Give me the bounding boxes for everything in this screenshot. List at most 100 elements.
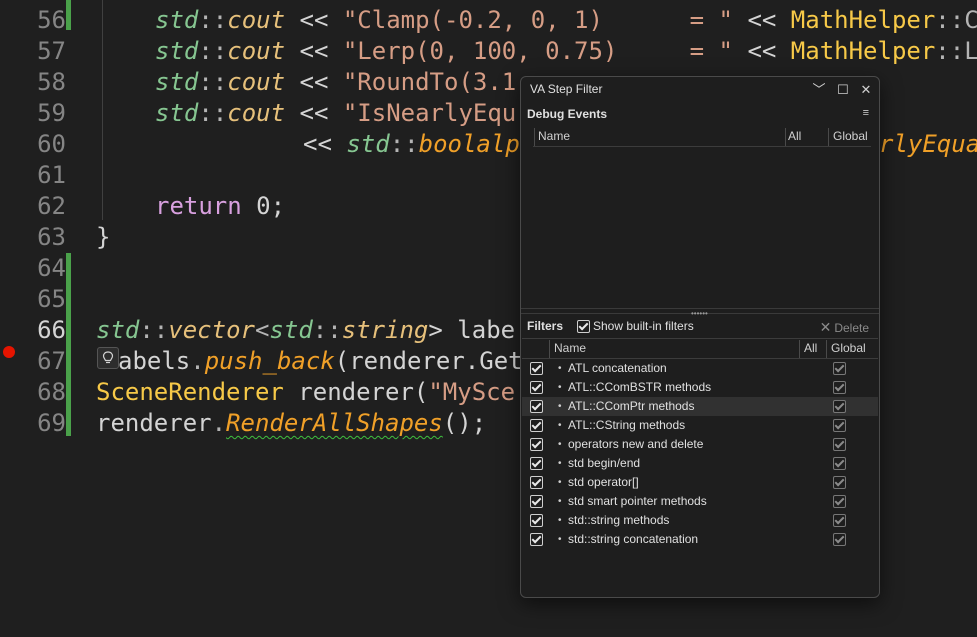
filter-row[interactable]: • std begin/end: [522, 454, 878, 473]
filter-enabled-checkbox[interactable]: [530, 533, 543, 546]
menu-icon[interactable]: ≡: [863, 107, 869, 119]
filter-enabled-checkbox[interactable]: [530, 438, 543, 451]
bullet-icon: •: [558, 458, 562, 469]
debug-col-global[interactable]: Global: [833, 127, 868, 145]
filter-global-checkbox[interactable]: [833, 457, 846, 470]
filter-name: std smart pointer methods: [568, 494, 707, 508]
line-number: 65: [37, 285, 66, 313]
change-bar: [66, 0, 71, 30]
code-line-60-tail: rlyEqual: [879, 130, 977, 158]
panel-titlebar[interactable]: VA Step Filter ﹀ ☐ ✕: [521, 77, 879, 103]
filter-row[interactable]: • std::string concatenation: [522, 530, 878, 549]
code-line-60: << std::boolalp: [303, 130, 520, 158]
filter-global-checkbox[interactable]: [833, 476, 846, 489]
filter-global-checkbox[interactable]: [833, 438, 846, 451]
filter-name: std operator[]: [568, 475, 639, 489]
filter-enabled-checkbox[interactable]: [530, 362, 543, 375]
code-line-57: std::cout << "Lerp(0, 100, 0.75) = " << …: [155, 37, 977, 65]
filter-row[interactable]: • ATL::CComBSTR methods: [522, 378, 878, 397]
filter-name: ATL::CString methods: [568, 418, 686, 432]
line-number: 69: [37, 409, 66, 437]
delete-button[interactable]: ✕ Delete: [820, 319, 869, 336]
line-number: 68: [37, 378, 66, 406]
lightbulb-icon[interactable]: [97, 347, 119, 369]
filter-name: std::string methods: [568, 513, 670, 527]
bullet-icon: •: [558, 439, 562, 450]
filter-name: ATL::CComPtr methods: [568, 399, 695, 413]
filter-global-checkbox[interactable]: [833, 419, 846, 432]
bullet-icon: •: [558, 477, 562, 488]
filter-global-checkbox[interactable]: [833, 514, 846, 527]
bullet-icon: •: [558, 382, 562, 393]
filter-row[interactable]: • operators new and delete: [522, 435, 878, 454]
maximize-icon[interactable]: ☐: [833, 80, 853, 100]
code-editor[interactable]: 56 57 58 59 60 61 62 63 64 65 66 67 68 6…: [0, 0, 977, 637]
filter-enabled-checkbox[interactable]: [530, 419, 543, 432]
change-bar: [66, 253, 71, 436]
code-line-67: abels.push_back(renderer.Get: [118, 347, 523, 375]
filter-enabled-checkbox[interactable]: [530, 381, 543, 394]
debug-col-all[interactable]: All: [788, 127, 801, 145]
filter-enabled-checkbox[interactable]: [530, 476, 543, 489]
filter-global-checkbox[interactable]: [833, 495, 846, 508]
debug-col-name[interactable]: Name: [538, 127, 570, 145]
filter-name: operators new and delete: [568, 437, 704, 451]
code-line-66: std::vector<std::string> labe: [96, 316, 516, 344]
filter-enabled-checkbox[interactable]: [530, 495, 543, 508]
show-builtin-checkbox[interactable]: [577, 320, 590, 333]
filter-name: std begin/end: [568, 456, 641, 470]
filter-name: ATL::CComBSTR methods: [568, 380, 712, 394]
filters-label: Filters: [527, 319, 564, 333]
code-line-69: renderer.RenderAllShapes();: [96, 409, 487, 437]
splitter-grip-icon: ••••••: [691, 309, 708, 318]
line-number: 62: [37, 192, 66, 220]
line-number: 63: [37, 223, 66, 251]
bullet-icon: •: [558, 401, 562, 412]
filter-name: ATL concatenation: [568, 361, 667, 375]
filter-enabled-checkbox[interactable]: [530, 514, 543, 527]
close-icon[interactable]: ✕: [856, 80, 876, 100]
filter-global-checkbox[interactable]: [833, 533, 846, 546]
filter-row[interactable]: • ATL::CComPtr methods: [522, 397, 878, 416]
code-line-59: std::cout << "IsNearlyEqu: [155, 99, 517, 127]
filters-col-global[interactable]: Global: [831, 339, 866, 357]
filter-row[interactable]: • std operator[]: [522, 473, 878, 492]
filter-row[interactable]: • ATL::CString methods: [522, 416, 878, 435]
filter-enabled-checkbox[interactable]: [530, 400, 543, 413]
code-line-62: return 0;: [155, 192, 286, 220]
filter-global-checkbox[interactable]: [833, 362, 846, 375]
breakpoint-marker[interactable]: [3, 346, 15, 358]
chevron-down-icon[interactable]: ﹀: [809, 80, 829, 100]
show-builtin-label: Show built-in filters: [593, 319, 694, 333]
filter-global-checkbox[interactable]: [833, 400, 846, 413]
line-number: 58: [37, 68, 66, 96]
line-number: 60: [37, 130, 66, 158]
line-number: 56: [37, 6, 66, 34]
delete-x-icon: ✕: [819, 319, 832, 335]
va-step-filter-panel: VA Step Filter ﹀ ☐ ✕ Debug Events ≡ Name…: [520, 76, 880, 598]
debug-events-label: Debug Events: [527, 107, 608, 121]
panel-title: VA Step Filter: [530, 82, 603, 96]
code-line-63: }: [96, 223, 111, 251]
filters-col-all[interactable]: All: [804, 339, 817, 357]
line-number: 59: [37, 99, 66, 127]
indent-guide: [102, 0, 103, 220]
filter-global-checkbox[interactable]: [833, 381, 846, 394]
line-number: 57: [37, 37, 66, 65]
bullet-icon: •: [558, 534, 562, 545]
filter-enabled-checkbox[interactable]: [530, 457, 543, 470]
line-number-current: 66: [37, 316, 66, 344]
bullet-icon: •: [558, 515, 562, 526]
filter-name: std::string concatenation: [568, 532, 699, 546]
filter-row[interactable]: • std::string methods: [522, 511, 878, 530]
filter-row[interactable]: • ATL concatenation: [522, 359, 878, 378]
line-number: 61: [37, 161, 66, 189]
filters-col-name[interactable]: Name: [554, 339, 586, 357]
debug-events-list[interactable]: [533, 147, 871, 305]
bullet-icon: •: [558, 496, 562, 507]
line-number: 64: [37, 254, 66, 282]
filter-row[interactable]: • std smart pointer methods: [522, 492, 878, 511]
code-line-58: std::cout << "RoundTo(3.1: [155, 68, 517, 96]
bullet-icon: •: [558, 363, 562, 374]
bullet-icon: •: [558, 420, 562, 431]
